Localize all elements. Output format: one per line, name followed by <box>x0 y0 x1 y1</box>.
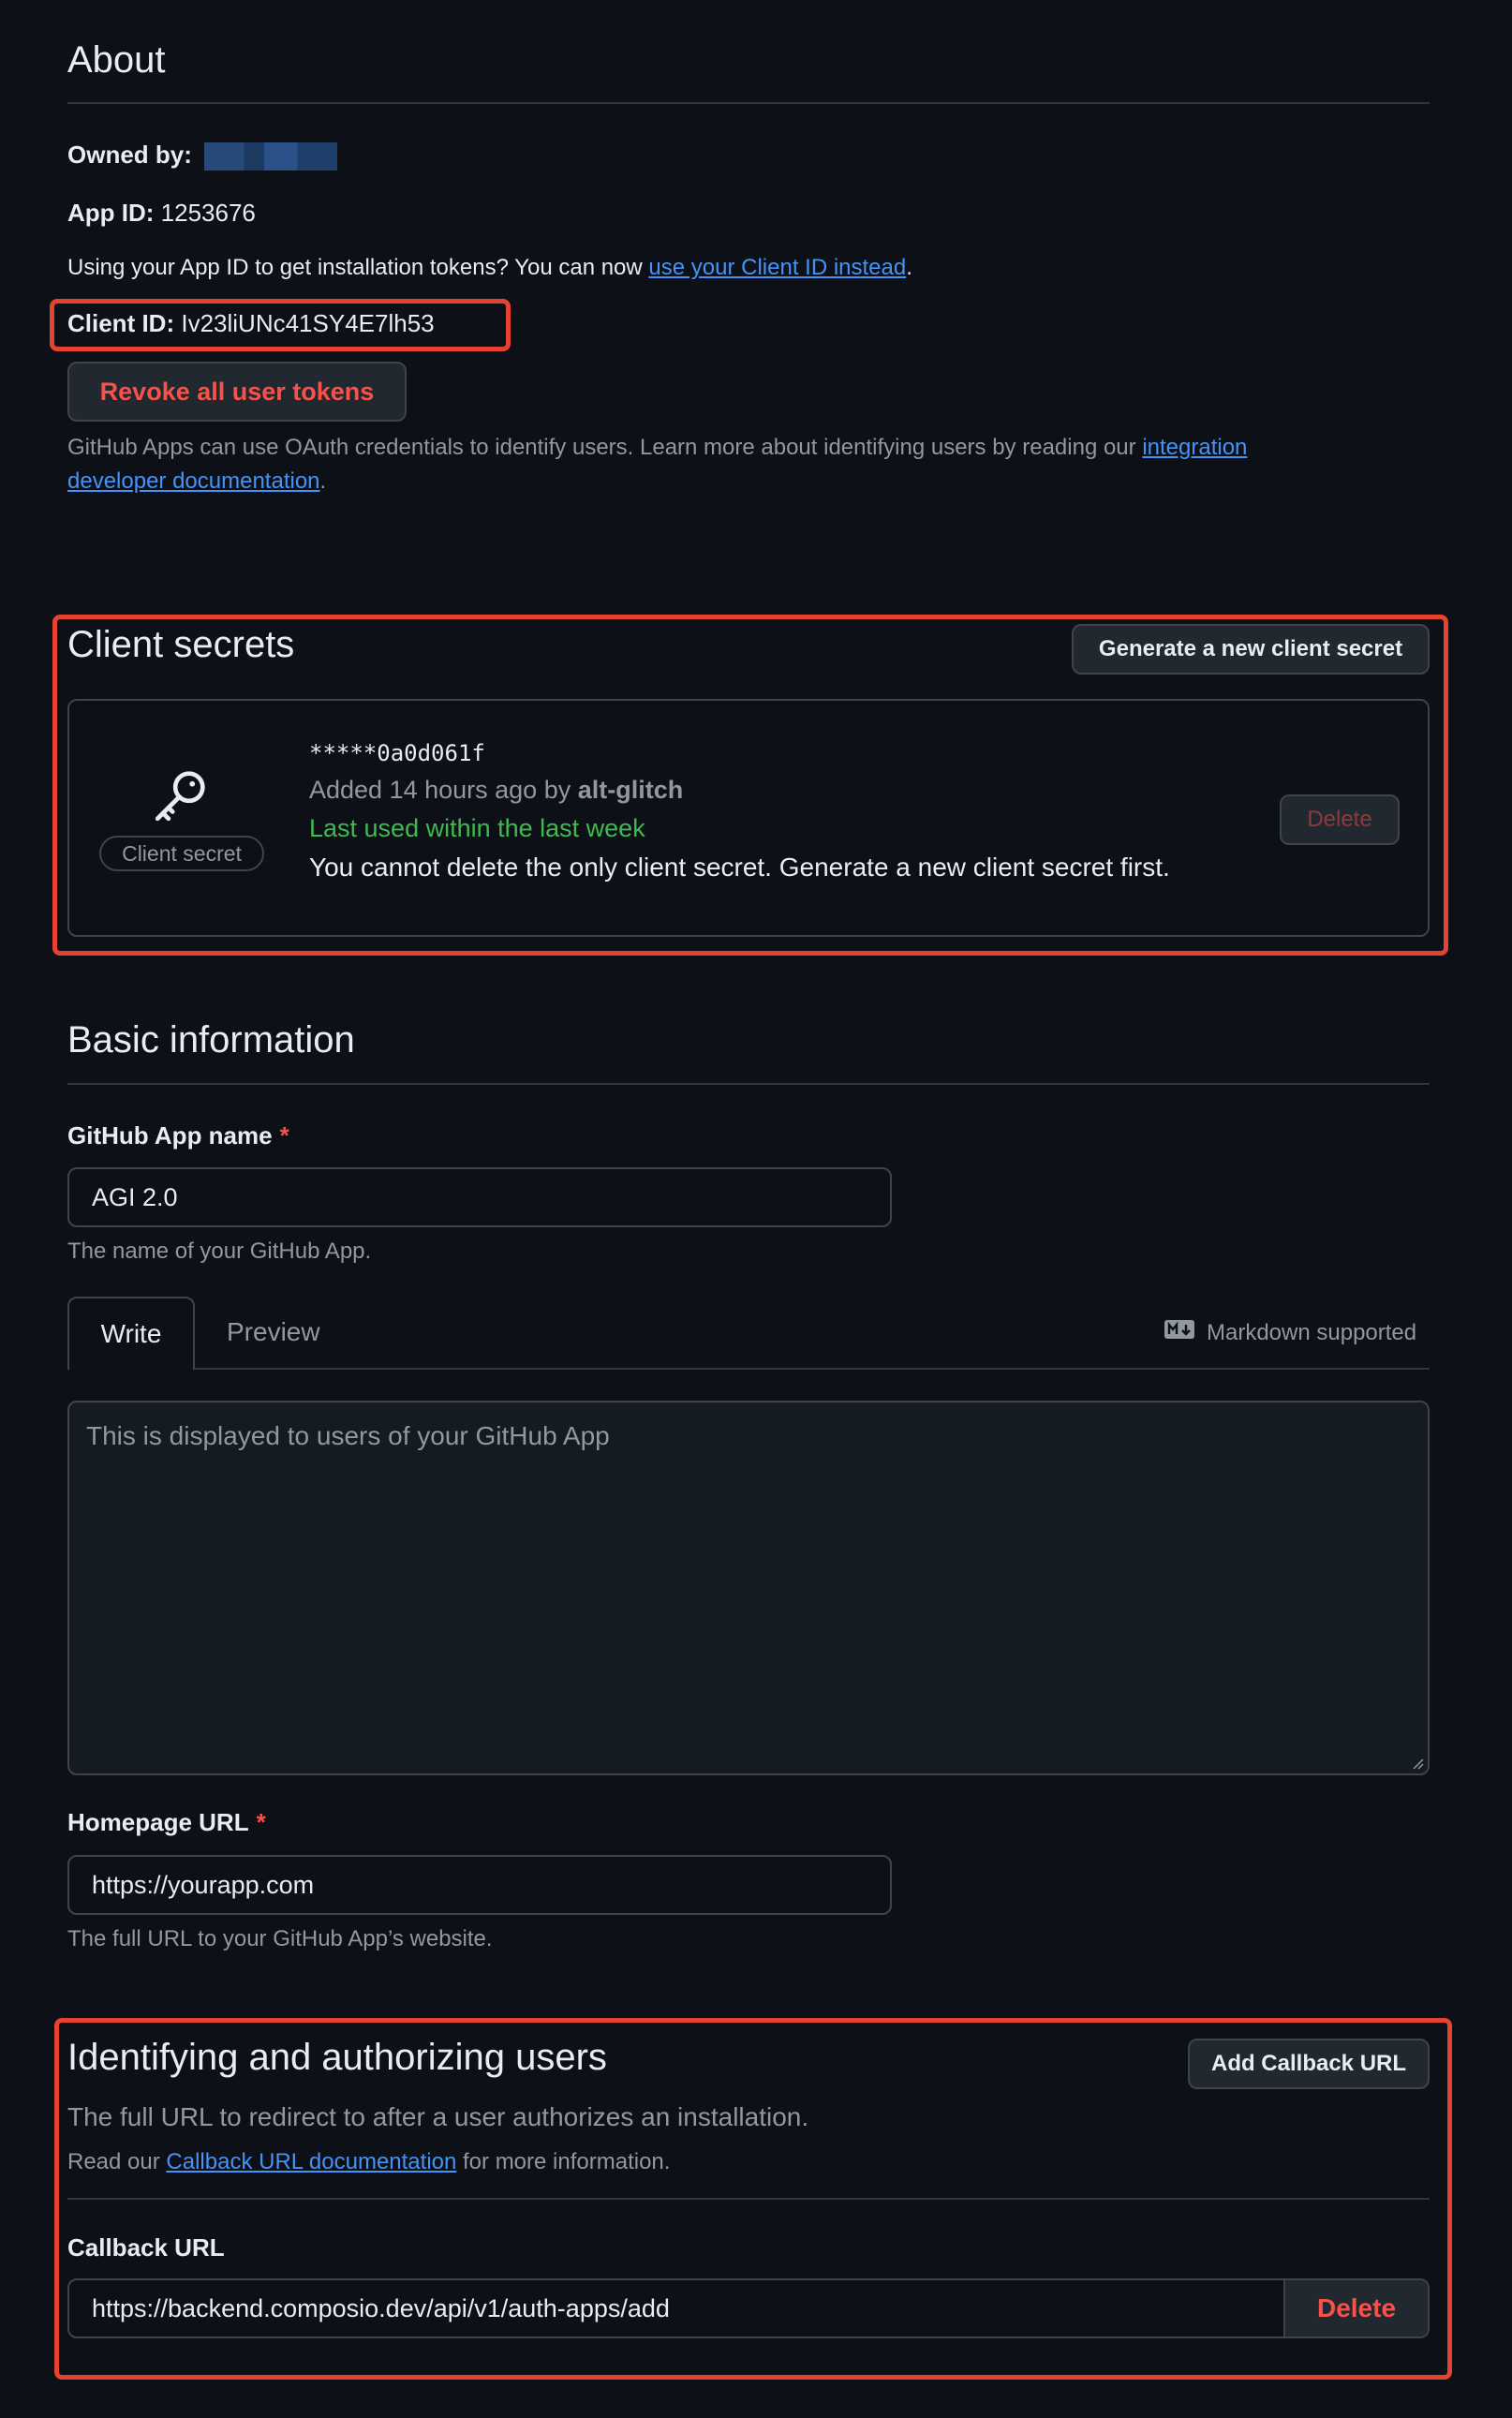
app-id-value: 1253676 <box>160 199 256 227</box>
description-textarea[interactable]: This is displayed to users of your GitHu… <box>67 1401 1430 1775</box>
markdown-label: Markdown supported <box>1207 1319 1417 1345</box>
delete-warning-text: You cannot delete the only client secret… <box>309 853 1170 882</box>
app-name-label: GitHub App name <box>67 1121 273 1150</box>
notice-text: Using your App ID to get installation to… <box>67 255 643 280</box>
app-id-label: App ID: <box>67 199 155 227</box>
read-our-text: Read our <box>67 2149 160 2174</box>
auth-divider <box>67 2198 1430 2200</box>
about-heading: About <box>67 39 166 81</box>
about-divider <box>67 102 1430 104</box>
generate-client-secret-button[interactable]: Generate a new client secret <box>1072 624 1430 675</box>
added-text: Added 14 hours ago by <box>309 776 571 804</box>
tabs-baseline <box>67 1368 1430 1370</box>
owner-redacted <box>204 142 338 171</box>
markdown-supported[interactable]: Markdown supported <box>1164 1319 1416 1346</box>
homepage-label: Homepage URL <box>67 1808 249 1836</box>
callback-docs-link[interactable]: Callback URL documentation <box>166 2149 456 2174</box>
oauth-info: GitHub Apps can use OAuth credentials to… <box>67 431 1398 498</box>
secret-value: *****0a0d061f <box>309 740 485 766</box>
client-id-label: Client ID: <box>67 309 175 337</box>
auth-description: The full URL to redirect to after a user… <box>67 2102 809 2131</box>
more-info-text: for more information. <box>463 2149 671 2174</box>
homepage-label-row: Homepage URL * <box>67 1808 266 1837</box>
callback-url-input[interactable]: https://backend.composio.dev/api/v1/auth… <box>69 2280 1283 2336</box>
integration-docs-link-2[interactable]: developer documentation <box>67 468 320 494</box>
callback-docs-row: Read our Callback URL documentation for … <box>67 2149 670 2175</box>
basic-info-divider <box>67 1083 1430 1085</box>
owned-by-label: Owned by: <box>67 141 192 169</box>
last-used-text: Last used within the last week <box>309 814 645 842</box>
revoke-user-tokens-button[interactable]: Revoke all user tokens <box>67 362 407 422</box>
callback-url-label: Callback URL <box>67 2233 225 2262</box>
delete-secret-button[interactable]: Delete <box>1280 794 1400 845</box>
secret-added-info: Added 14 hours ago by alt-glitch <box>309 776 683 805</box>
client-id-notice: Using your App ID to get installation to… <box>67 255 912 281</box>
description-placeholder: This is displayed to users of your GitHu… <box>86 1421 610 1450</box>
oauth-text: GitHub Apps can use OAuth credentials to… <box>67 435 1136 460</box>
homepage-url-input[interactable]: https://yourapp.com <box>67 1855 892 1915</box>
owned-by-row: Owned by: <box>67 141 338 171</box>
client-secrets-heading: Client secrets <box>67 624 295 665</box>
client-id-value: Iv23liUNc41SY4E7lh53 <box>181 309 435 337</box>
use-client-id-link[interactable]: use your Client ID instead <box>648 255 906 280</box>
app-name-hint: The name of your GitHub App. <box>67 1239 372 1264</box>
markdown-icon <box>1164 1319 1195 1346</box>
tab-write[interactable]: Write <box>67 1297 195 1370</box>
homepage-hint: The full URL to your GitHub App’s websit… <box>67 1926 493 1951</box>
client-secret-card: Client secret *****0a0d061f Added 14 hou… <box>67 699 1430 937</box>
added-by-user: alt-glitch <box>577 776 684 804</box>
key-icon <box>148 763 214 828</box>
required-marker: * <box>279 1121 289 1150</box>
tab-preview[interactable]: Preview <box>227 1317 320 1347</box>
basic-info-heading: Basic information <box>67 1019 355 1061</box>
app-name-label-row: GitHub App name * <box>67 1121 289 1150</box>
client-secret-badge: Client secret <box>99 836 264 871</box>
required-marker: * <box>256 1808 266 1836</box>
auth-heading: Identifying and authorizing users <box>67 2037 607 2078</box>
app-name-input[interactable]: AGI 2.0 <box>67 1167 892 1227</box>
integration-docs-link-1[interactable]: integration <box>1142 435 1247 460</box>
notice-suffix: . <box>906 255 912 280</box>
callback-url-group: https://backend.composio.dev/api/v1/auth… <box>67 2278 1430 2338</box>
app-id-row: App ID: 1253676 <box>67 199 256 228</box>
resize-handle-icon[interactable] <box>1411 1757 1424 1770</box>
add-callback-url-button[interactable]: Add Callback URL <box>1188 2039 1430 2089</box>
client-id-row: Client ID: Iv23liUNc41SY4E7lh53 <box>67 309 435 338</box>
delete-callback-button[interactable]: Delete <box>1283 2280 1428 2336</box>
oauth-suffix: . <box>319 468 327 494</box>
